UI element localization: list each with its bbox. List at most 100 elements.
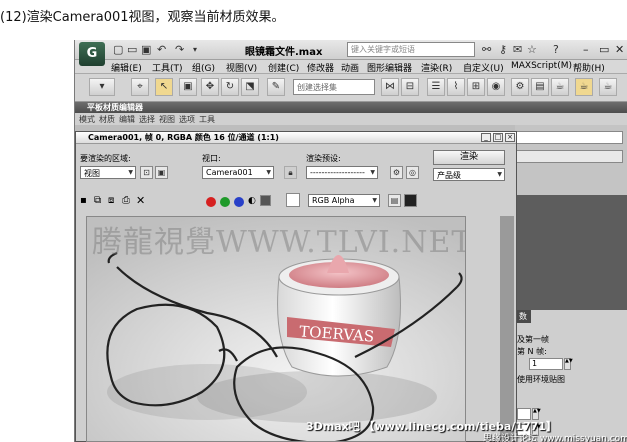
rendered-frame-window-icon[interactable]: ▤ — [531, 78, 549, 96]
material-editor-icon[interactable]: ◉ — [487, 78, 505, 96]
slate-menu-view[interactable]: 视图 — [159, 114, 175, 125]
red-channel-icon[interactable] — [206, 197, 216, 207]
viewport-label: 视口: — [202, 154, 221, 163]
key-icon[interactable]: ⚷ — [499, 43, 507, 56]
curve-editor-icon[interactable]: ⌇ — [447, 78, 465, 96]
menu-view[interactable]: 视图(V) — [226, 61, 257, 74]
subscription-icon[interactable]: ✉ — [513, 43, 522, 56]
app-logo[interactable]: G — [79, 42, 105, 66]
select-region-icon[interactable]: ▣ — [179, 78, 197, 96]
option-nth-frame[interactable]: 第 N 帧: — [517, 346, 547, 357]
preset-dropdown[interactable]: ------------------- — [306, 166, 378, 179]
cream-jar: TOERVAS — [277, 255, 401, 377]
render-setup-button-icon[interactable]: ⚙ — [390, 166, 403, 179]
quality-dropdown[interactable]: 产品级 — [433, 168, 505, 181]
blue-channel-icon[interactable] — [234, 197, 244, 207]
panel-dark-area — [515, 195, 627, 310]
print-icon[interactable]: ⎙ — [122, 195, 130, 206]
swatch-icon[interactable] — [286, 193, 300, 207]
viewport-dropdown[interactable]: Camera001 — [202, 166, 274, 179]
slate-menu-tools[interactable]: 工具 — [199, 114, 215, 125]
channel-dropdown[interactable]: RGB Alpha — [308, 194, 380, 207]
selection-set-dropdown[interactable]: 创建选择集 — [293, 79, 375, 95]
nth-frame-input[interactable]: 1 — [529, 358, 563, 370]
panel-dropdown[interactable] — [515, 131, 623, 144]
layer-dropdown[interactable]: ▾ — [89, 78, 115, 96]
main-toolbar: ▾ ⌖ ↖ ▣ ✥ ↻ ⬔ ✎ 创建选择集 ⋈ ⊟ ☰ ⌇ ⊞ ◉ ⚙ ▤ ☕ … — [75, 74, 627, 102]
render-window-close[interactable]: × — [505, 133, 515, 142]
align-icon[interactable]: ⊟ — [401, 78, 419, 96]
render-production-icon[interactable]: ☕ — [551, 78, 569, 96]
new-file-icon[interactable]: ▢ — [113, 43, 123, 56]
area-label: 要渲染的区域: — [80, 154, 131, 163]
copy-image-icon[interactable]: ⧉ — [94, 195, 101, 206]
mono-icon[interactable]: ◐ — [248, 196, 256, 206]
area-dropdown[interactable]: 视图 — [80, 166, 136, 179]
slate-menu-select[interactable]: 选择 — [139, 114, 155, 125]
nth-frame-spinner[interactable]: ▲▼ — [564, 358, 573, 370]
minimize-icon[interactable]: – — [583, 43, 589, 56]
select-object-icon[interactable]: ↖ — [155, 78, 173, 96]
option-first-frame[interactable]: 及第一帧 — [517, 334, 549, 345]
slate-menu-edit[interactable]: 编辑 — [119, 114, 135, 125]
render-setup-icon[interactable]: ⚙ — [511, 78, 529, 96]
help-icon[interactable]: ? — [553, 43, 559, 56]
alpha-channel-icon[interactable] — [260, 195, 271, 206]
right-panel: 数 及第一帧 第 N 帧: 1 ▲▼ 使用环境贴图 ▲▼ ▲▼ — [515, 125, 627, 442]
select-move-icon[interactable]: ✥ — [201, 78, 219, 96]
quick-access-dropdown-icon[interactable]: ▾ — [193, 45, 197, 54]
rendered-image: TOERVAS 腾龍視覺WWW.TLVI.NET — [86, 216, 466, 442]
menu-edit[interactable]: 编辑(E) — [111, 61, 142, 74]
mirror-icon[interactable]: ⋈ — [381, 78, 399, 96]
menu-customize[interactable]: 自定义(U) — [463, 61, 504, 74]
search-input[interactable]: 键入关键字或短语 — [347, 42, 475, 57]
environment-icon[interactable]: ◎ — [406, 166, 419, 179]
select-link-icon[interactable]: ⌖ — [131, 78, 149, 96]
menu-help[interactable]: 帮助(H) — [573, 61, 605, 74]
menu-create[interactable]: 创建(C) — [268, 61, 299, 74]
render-active-icon[interactable]: ☕ — [575, 78, 593, 96]
close-icon[interactable]: ✕ — [615, 43, 624, 56]
layer-manager-icon[interactable]: ☰ — [427, 78, 445, 96]
slate-menu-material[interactable]: 材质 — [99, 114, 115, 125]
menu-tools[interactable]: 工具(T) — [152, 61, 183, 74]
toggle-ui-icon[interactable]: ▤ — [388, 194, 401, 207]
clone-window-icon[interactable]: ⧈ — [108, 195, 114, 206]
panel-field[interactable] — [515, 150, 623, 163]
menu-maxscript[interactable]: MAXScript(M) — [511, 61, 572, 71]
green-channel-icon[interactable] — [220, 197, 230, 207]
render-window-scrollbar[interactable] — [500, 216, 514, 442]
favorites-icon[interactable]: ☆ — [527, 43, 537, 56]
option-env-map[interactable]: 使用环境贴图 — [517, 374, 565, 385]
render-iterative-icon[interactable]: ☕ — [599, 78, 617, 96]
save-image-icon[interactable]: ▪ — [80, 195, 87, 206]
restore-icon[interactable]: ▭ — [599, 43, 609, 56]
edit-region-icon[interactable]: ⊡ — [140, 166, 153, 179]
undo-icon[interactable]: ↶ — [157, 43, 166, 56]
render-window-minimize[interactable]: _ — [481, 133, 491, 142]
render-button[interactable]: 渲染 — [433, 150, 505, 165]
schematic-view-icon[interactable]: ⊞ — [467, 78, 485, 96]
select-scale-icon[interactable]: ⬔ — [241, 78, 259, 96]
auto-region-icon[interactable]: ▣ — [155, 166, 168, 179]
binoculars-icon[interactable]: ⚯ — [482, 43, 491, 56]
menu-animation[interactable]: 动画 — [341, 61, 359, 74]
render-window-maximize[interactable]: □ — [493, 133, 503, 142]
menu-rendering[interactable]: 渲染(R) — [421, 61, 452, 74]
redo-icon[interactable]: ↷ — [175, 43, 184, 56]
parameters-tab[interactable]: 数 — [515, 310, 531, 323]
slate-menu-mode[interactable]: 模式 — [79, 114, 95, 125]
slate-menu-options[interactable]: 选项 — [179, 114, 195, 125]
lock-viewport-icon[interactable]: 🔒︎ — [284, 166, 297, 179]
edit-named-selection-icon[interactable]: ✎ — [267, 78, 285, 96]
watermark: 腾龍視覺WWW.TLVI.NET — [92, 225, 466, 260]
menu-graph-editors[interactable]: 图形编辑器 — [367, 61, 412, 74]
save-icon[interactable]: ▣ — [141, 43, 151, 56]
slate-menu-bar: 模式 材质 编辑 选择 视图 选项 工具 — [75, 113, 627, 125]
open-file-icon[interactable]: ▭ — [127, 43, 137, 56]
menu-group[interactable]: 组(G) — [192, 61, 215, 74]
select-rotate-icon[interactable]: ↻ — [221, 78, 239, 96]
menu-modifiers[interactable]: 修改器 — [307, 61, 334, 74]
display-icon[interactable] — [404, 194, 417, 207]
clear-icon[interactable]: ✕ — [136, 194, 145, 207]
